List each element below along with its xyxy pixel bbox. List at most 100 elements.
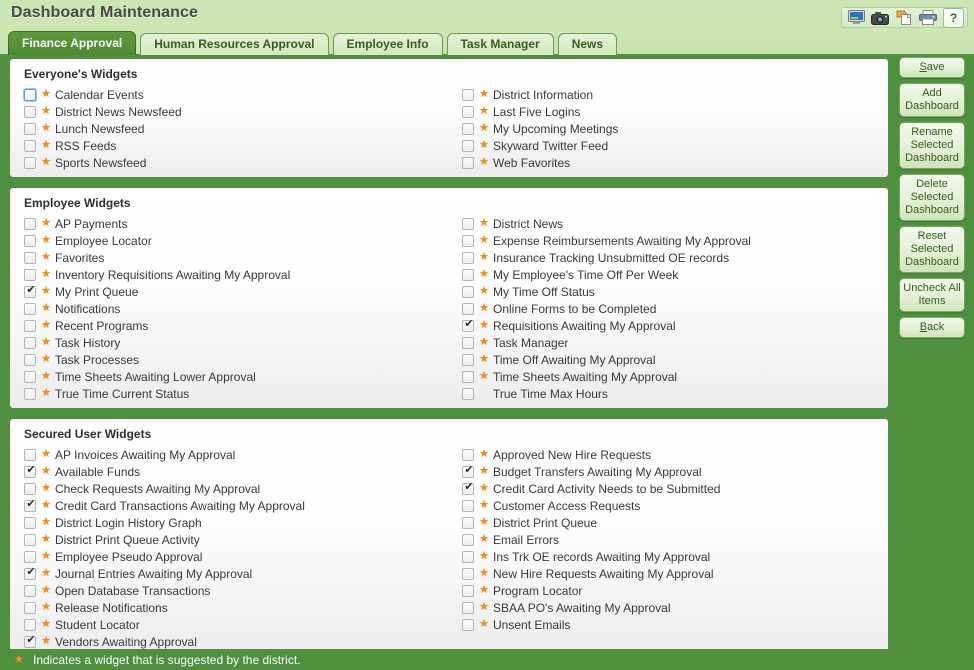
widget-checkbox[interactable]	[24, 387, 36, 400]
widget-checkbox[interactable]	[462, 448, 474, 461]
widget-checkbox[interactable]	[24, 105, 36, 118]
widget-label[interactable]: My Time Off Status	[493, 285, 595, 299]
widget-label[interactable]: Calendar Events	[55, 88, 144, 102]
widget-label[interactable]: Time Sheets Awaiting Lower Approval	[55, 370, 256, 384]
widget-checkbox[interactable]	[462, 387, 474, 400]
widget-checkbox[interactable]	[462, 88, 474, 101]
widget-checkbox[interactable]	[462, 353, 474, 366]
widget-checkbox[interactable]	[462, 318, 475, 332]
widget-checkbox[interactable]	[462, 601, 474, 614]
widget-label[interactable]: District Print Queue	[493, 516, 597, 530]
widget-checkbox[interactable]	[24, 370, 36, 383]
widget-label[interactable]: Credit Card Activity Needs to be Submitt…	[493, 482, 720, 496]
widget-checkbox[interactable]	[24, 353, 36, 366]
reset-selected-dashboard-button[interactable]: Reset Selected Dashboard	[899, 226, 965, 273]
widget-label[interactable]: True Time Current Status	[55, 387, 189, 401]
widget-checkbox[interactable]	[24, 618, 36, 631]
widget-label[interactable]: Web Favorites	[493, 156, 570, 170]
widget-checkbox[interactable]	[462, 156, 474, 169]
widget-checkbox[interactable]	[24, 584, 36, 597]
widget-label[interactable]: RSS Feeds	[55, 139, 116, 153]
widget-label[interactable]: Requisitions Awaiting My Approval	[493, 319, 676, 333]
widget-checkbox[interactable]	[462, 584, 474, 597]
widget-label[interactable]: Expense Reimbursements Awaiting My Appro…	[493, 234, 751, 248]
widget-label[interactable]: Available Funds	[55, 465, 140, 479]
widget-label[interactable]: Employee Pseudo Approval	[55, 550, 202, 564]
widget-checkbox[interactable]	[462, 105, 474, 118]
widget-checkbox[interactable]	[24, 482, 36, 495]
widget-checkbox[interactable]	[462, 234, 474, 247]
copy-paste-icon[interactable]	[893, 9, 915, 27]
widget-checkbox[interactable]	[24, 634, 37, 648]
widget-checkbox[interactable]	[24, 217, 36, 230]
widget-label[interactable]: Release Notifications	[55, 601, 168, 615]
widget-checkbox[interactable]	[462, 302, 474, 315]
widget-checkbox[interactable]	[24, 319, 36, 332]
widget-checkbox[interactable]	[24, 268, 36, 281]
widget-label[interactable]: Open Database Transactions	[55, 584, 210, 598]
widget-checkbox[interactable]	[24, 533, 36, 546]
widget-checkbox[interactable]	[462, 217, 474, 230]
tab-employee-info[interactable]: Employee Info	[332, 33, 443, 55]
widget-checkbox[interactable]	[462, 268, 474, 281]
rename-selected-dashboard-button[interactable]: Rename Selected Dashboard	[899, 122, 965, 169]
widget-checkbox[interactable]	[24, 251, 36, 264]
widget-checkbox[interactable]	[24, 122, 36, 135]
widget-checkbox[interactable]	[462, 499, 474, 512]
widget-label[interactable]: My Employee's Time Off Per Week	[493, 268, 678, 282]
tab-human-resources-approval[interactable]: Human Resources Approval	[140, 33, 329, 55]
widget-label[interactable]: Approved New Hire Requests	[493, 448, 651, 462]
widget-checkbox[interactable]	[24, 464, 37, 478]
widget-label[interactable]: District Login History Graph	[55, 516, 202, 530]
widget-label[interactable]: New Hire Requests Awaiting My Approval	[493, 567, 714, 581]
widget-label[interactable]: District Information	[493, 88, 593, 102]
add-dashboard-button[interactable]: Add Dashboard	[899, 83, 965, 117]
camera-icon[interactable]	[869, 9, 891, 27]
widget-checkbox[interactable]	[462, 618, 474, 631]
widget-checkbox[interactable]	[24, 550, 36, 563]
save-button[interactable]: Save	[899, 57, 965, 78]
widget-label[interactable]: Lunch Newsfeed	[55, 122, 144, 136]
widget-label[interactable]: True Time Max Hours	[493, 387, 608, 401]
widget-checkbox[interactable]	[462, 550, 474, 563]
widget-checkbox[interactable]	[24, 566, 37, 580]
widget-label[interactable]: Student Locator	[55, 618, 140, 632]
widget-label[interactable]: Budget Transfers Awaiting My Approval	[493, 465, 702, 479]
widget-checkbox[interactable]	[24, 498, 37, 512]
widget-checkbox[interactable]	[462, 464, 475, 478]
widget-label[interactable]: District Print Queue Activity	[55, 533, 200, 547]
widget-label[interactable]: Employee Locator	[55, 234, 152, 248]
widget-label[interactable]: Favorites	[55, 251, 104, 265]
widget-label[interactable]: Customer Access Requests	[493, 499, 640, 513]
widget-checkbox[interactable]	[462, 285, 474, 298]
help-icon[interactable]: ?	[943, 7, 964, 28]
widget-label[interactable]: District News	[493, 217, 563, 231]
widget-checkbox[interactable]	[24, 302, 36, 315]
monitor-icon[interactable]	[845, 9, 867, 27]
widget-checkbox[interactable]	[24, 448, 36, 461]
widget-label[interactable]: Recent Programs	[55, 319, 148, 333]
widget-label[interactable]: Time Off Awaiting My Approval	[493, 353, 656, 367]
widget-label[interactable]: Check Requests Awaiting My Approval	[55, 482, 260, 496]
widget-checkbox[interactable]	[462, 370, 474, 383]
widget-checkbox[interactable]	[24, 139, 36, 152]
widget-label[interactable]: Time Sheets Awaiting My Approval	[493, 370, 677, 384]
widget-label[interactable]: AP Payments	[55, 217, 127, 231]
widget-label[interactable]: Unsent Emails	[493, 618, 570, 632]
widget-label[interactable]: Email Errors	[493, 533, 559, 547]
widget-label[interactable]: Notifications	[55, 302, 120, 316]
tab-news[interactable]: News	[557, 33, 618, 55]
printer-icon[interactable]	[917, 9, 939, 27]
widget-checkbox[interactable]	[462, 251, 474, 264]
widget-checkbox[interactable]	[462, 139, 474, 152]
widget-label[interactable]: Program Locator	[493, 584, 582, 598]
widget-checkbox[interactable]	[462, 567, 474, 580]
widget-label[interactable]: Last Five Logins	[493, 105, 580, 119]
uncheck-all-items-button[interactable]: Uncheck All Items	[899, 278, 965, 312]
widget-checkbox[interactable]	[462, 481, 475, 495]
widget-label[interactable]: Inventory Requisitions Awaiting My Appro…	[55, 268, 290, 282]
widget-label[interactable]: Skyward Twitter Feed	[493, 139, 608, 153]
widget-label[interactable]: Credit Card Transactions Awaiting My App…	[55, 499, 305, 513]
widget-checkbox[interactable]	[462, 533, 474, 546]
widget-label[interactable]: Ins Trk OE records Awaiting My Approval	[493, 550, 710, 564]
